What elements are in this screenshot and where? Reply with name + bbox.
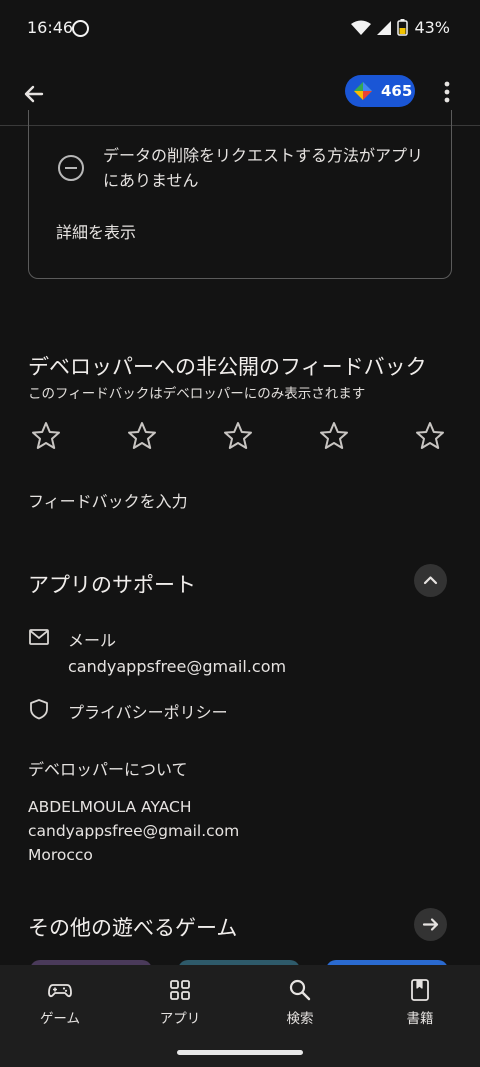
- privacy-policy-link[interactable]: プライバシーポリシー: [68, 699, 228, 723]
- gamepad-icon: [48, 984, 72, 998]
- nav-search-label: 検索: [286, 1011, 314, 1027]
- star-5-icon[interactable]: [414, 420, 446, 452]
- support-email[interactable]: candyappsfree@gmail.com: [68, 657, 286, 676]
- search-icon: [289, 979, 311, 1001]
- arrow-back-icon: [24, 85, 44, 103]
- nav-search[interactable]: 検索: [240, 965, 360, 1043]
- book-icon: [411, 979, 429, 1001]
- status-time: 16:46: [27, 18, 74, 37]
- nav-books[interactable]: 書籍: [360, 965, 480, 1043]
- wifi-icon: [351, 20, 372, 35]
- star-3-icon[interactable]: [222, 420, 254, 452]
- arrow-forward-icon: [422, 918, 439, 931]
- support-collapse-button[interactable]: [414, 564, 447, 597]
- nav-books-label: 書籍: [406, 1011, 434, 1027]
- app-support-title: アプリのサポート: [28, 573, 196, 597]
- star-2-icon[interactable]: [126, 420, 158, 452]
- about-developer-title: デベロッパーについて: [28, 760, 188, 779]
- points-count: 465: [381, 82, 413, 100]
- status-bar: 16:46 43%: [0, 0, 480, 58]
- remove-circle-icon: [58, 155, 84, 181]
- data-safety-card: [28, 110, 452, 279]
- enter-feedback-link[interactable]: フィードバックを入力: [28, 488, 188, 512]
- shield-icon: [30, 699, 48, 720]
- data-deletion-text: データの削除をリクエストする方法がアプリにありません: [103, 146, 424, 190]
- more-vert-icon: [444, 81, 450, 103]
- battery-percent: 43%: [414, 18, 450, 37]
- more-games-button[interactable]: [414, 908, 447, 941]
- nav-games[interactable]: ゲーム: [0, 965, 120, 1043]
- signal-icon: [377, 20, 392, 35]
- vpn-globe-icon: [72, 20, 89, 37]
- star-rating: [28, 420, 452, 456]
- nav-apps[interactable]: アプリ: [120, 965, 240, 1043]
- feedback-subtitle: このフィードバックはデベロッパーにのみ表示されます: [28, 386, 366, 402]
- gesture-home-bar[interactable]: [177, 1050, 303, 1055]
- email-label[interactable]: メール: [68, 627, 116, 651]
- more-games-title: その他の遊べるゲーム: [28, 916, 238, 940]
- star-4-icon[interactable]: [318, 420, 350, 452]
- feedback-title: デベロッパーへの非公開のフィードバック: [28, 355, 427, 379]
- battery-icon: [397, 19, 409, 36]
- apps-grid-icon: [170, 980, 190, 1000]
- developer-country: Morocco: [28, 846, 93, 864]
- nav-games-label: ゲーム: [39, 1011, 81, 1027]
- chevron-up-icon: [423, 576, 438, 585]
- play-points-icon: [354, 82, 372, 100]
- nav-apps-label: アプリ: [159, 1011, 201, 1027]
- see-details-link[interactable]: 詳細を表示: [56, 219, 136, 243]
- play-points-chip[interactable]: 465: [345, 75, 415, 107]
- developer-email[interactable]: candyappsfree@gmail.com: [28, 819, 239, 843]
- developer-name: ABDELMOULA AYACH: [28, 798, 192, 816]
- mail-icon: [29, 629, 49, 645]
- back-button[interactable]: [18, 78, 50, 110]
- star-1-icon[interactable]: [30, 420, 62, 452]
- status-icons: 43%: [351, 18, 450, 37]
- more-options-button[interactable]: [436, 79, 458, 105]
